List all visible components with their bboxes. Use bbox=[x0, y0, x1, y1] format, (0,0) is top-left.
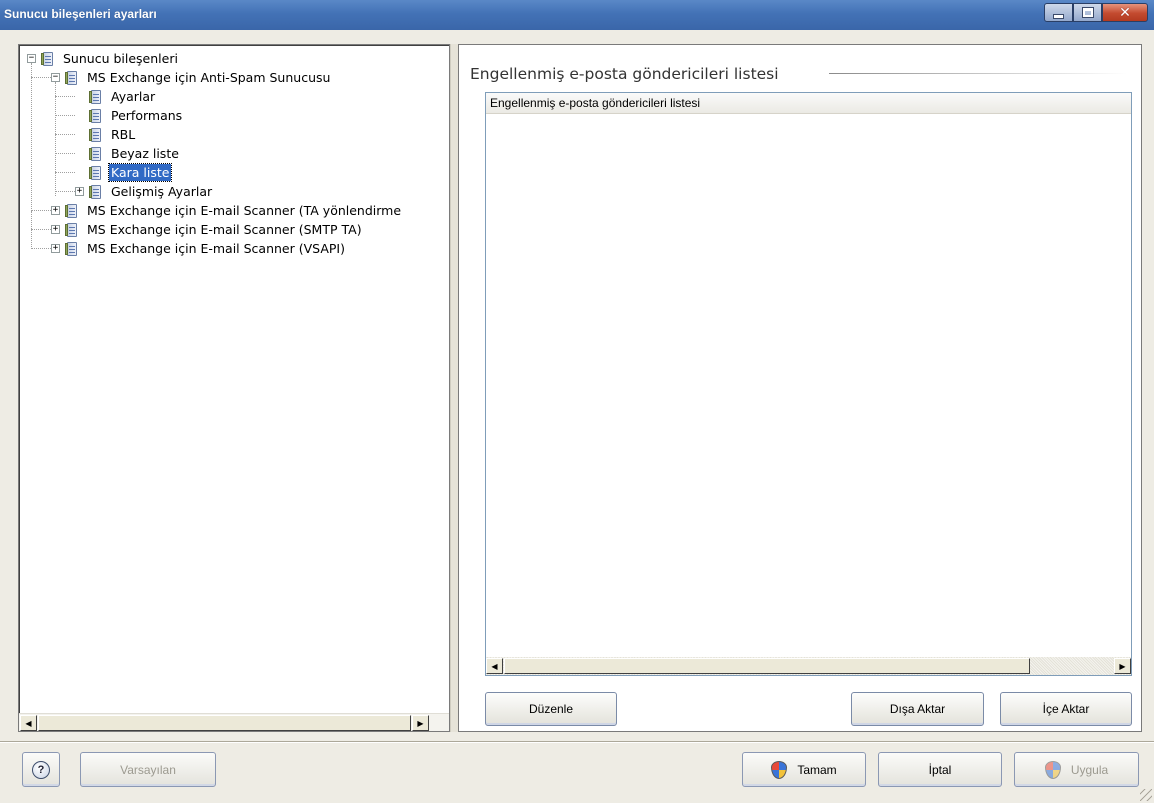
minimize-button[interactable] bbox=[1044, 3, 1073, 22]
tree-guide-line bbox=[55, 153, 75, 154]
tree-node[interactable]: RBL bbox=[75, 125, 137, 144]
tree-guide-line bbox=[55, 134, 75, 135]
document-list-icon bbox=[89, 89, 103, 105]
section-divider bbox=[829, 73, 1127, 74]
component-tree[interactable]: − Sunucu bileşenleri − MS Exchange için Ant… bbox=[19, 45, 449, 713]
arrow-left-icon: ◀ bbox=[491, 661, 498, 671]
tree-node-label: Performans bbox=[111, 108, 183, 123]
tree-node-label-selected: Kara liste bbox=[107, 163, 173, 182]
tree-guide-line bbox=[55, 82, 56, 196]
apply-button-label: Uygula bbox=[1070, 762, 1109, 777]
import-button[interactable]: İçe Aktar bbox=[1000, 692, 1132, 726]
tree-horizontal-scrollbar[interactable]: ◀ ▶ bbox=[19, 713, 449, 731]
scroll-left-button[interactable]: ◀ bbox=[20, 715, 37, 731]
expand-icon[interactable]: + bbox=[51, 225, 60, 234]
tree-node-label: MS Exchange için E-mail Scanner (SMTP TA… bbox=[87, 222, 362, 237]
tree-node-label: Beyaz liste bbox=[111, 146, 179, 161]
document-list-icon bbox=[89, 146, 103, 162]
tree-guide-line bbox=[31, 63, 32, 219]
tree-node[interactable]: + MS Exchange için E-mail Scanner (SMTP T… bbox=[51, 220, 364, 239]
tree-node[interactable]: − Sunucu bileşenleri bbox=[27, 49, 180, 68]
close-button[interactable]: ✕ bbox=[1102, 3, 1148, 22]
tree-node-label: MS Exchange için E-mail Scanner (VSAPI) bbox=[87, 241, 345, 256]
apply-button[interactable]: Uygula bbox=[1014, 752, 1139, 787]
tree-node[interactable]: + Gelişmiş Ayarlar bbox=[75, 182, 214, 201]
tree-guide-line bbox=[31, 229, 51, 230]
list-column-header[interactable]: Engellenmiş e-posta göndericileri listes… bbox=[486, 93, 1131, 114]
document-list-icon bbox=[89, 127, 103, 143]
list-scroll-thumb[interactable] bbox=[504, 658, 1030, 674]
collapse-icon[interactable]: − bbox=[51, 73, 60, 82]
list-scroll-right-button[interactable]: ▶ bbox=[1114, 658, 1131, 674]
tree-guide-line bbox=[31, 210, 51, 211]
list-horizontal-scrollbar[interactable]: ◀ ▶ bbox=[486, 657, 1131, 675]
window-controls: ✕ bbox=[1044, 3, 1148, 24]
tree-node-label: Sunucu bileşenleri bbox=[63, 51, 178, 66]
panel-splitter[interactable] bbox=[450, 44, 458, 732]
ok-button[interactable]: Tamam bbox=[742, 752, 866, 787]
tree-guide-line bbox=[55, 115, 75, 116]
document-list-icon bbox=[65, 70, 79, 86]
expand-icon[interactable]: + bbox=[51, 206, 60, 215]
arrow-right-icon: ▶ bbox=[1119, 661, 1126, 671]
tree-guide-line bbox=[55, 172, 75, 173]
tree-guide-line bbox=[31, 77, 51, 78]
dialog-body: − Sunucu bileşenleri − MS Exchange için Ant… bbox=[0, 30, 1154, 803]
tree-guide-line bbox=[55, 96, 75, 97]
resize-grip[interactable] bbox=[1140, 789, 1152, 801]
component-tree-panel: − Sunucu bileşenleri − MS Exchange için Ant… bbox=[18, 44, 450, 732]
tree-node[interactable]: − MS Exchange için Anti-Spam Sunucusu bbox=[51, 68, 332, 87]
shield-icon bbox=[1044, 760, 1061, 779]
collapse-icon[interactable]: − bbox=[27, 54, 36, 63]
shield-icon bbox=[771, 760, 788, 779]
maximize-button[interactable] bbox=[1073, 3, 1102, 22]
document-list-icon bbox=[65, 203, 79, 219]
tree-node-label: Gelişmiş Ayarlar bbox=[111, 184, 213, 199]
edit-button[interactable]: Düzenle bbox=[485, 692, 617, 726]
footer-divider bbox=[0, 741, 1154, 743]
document-list-icon bbox=[41, 51, 55, 67]
export-button[interactable]: Dışa Aktar bbox=[851, 692, 984, 726]
tree-node-label: Ayarlar bbox=[111, 89, 156, 104]
tree-node-label: MS Exchange için Anti-Spam Sunucusu bbox=[87, 70, 331, 85]
list-scroll-left-button[interactable]: ◀ bbox=[486, 658, 503, 674]
document-list-icon bbox=[65, 241, 79, 257]
document-list-icon bbox=[65, 222, 79, 238]
tree-node[interactable]: + MS Exchange için E-mail Scanner (VSAPI) bbox=[51, 239, 347, 258]
arrow-right-icon: ▶ bbox=[417, 718, 424, 728]
tree-guide-line bbox=[31, 248, 51, 249]
minimize-icon bbox=[1054, 15, 1063, 18]
tree-node-label: MS Exchange için E-mail Scanner (TA yönl… bbox=[87, 203, 402, 218]
tree-node[interactable]: Beyaz liste bbox=[75, 144, 181, 163]
section-title: Engellenmiş e-posta göndericileri listes… bbox=[470, 65, 779, 83]
scroll-thumb[interactable] bbox=[38, 715, 411, 731]
help-button[interactable]: ? bbox=[22, 752, 60, 787]
tree-node[interactable]: Kara liste bbox=[75, 163, 173, 182]
help-icon: ? bbox=[32, 760, 50, 779]
document-list-icon bbox=[89, 108, 103, 124]
scroll-right-button[interactable]: ▶ bbox=[412, 715, 429, 731]
maximize-icon bbox=[1082, 8, 1093, 17]
tree-node[interactable]: Performans bbox=[75, 106, 184, 125]
expand-icon[interactable]: + bbox=[75, 187, 84, 196]
window-title: Sunucu bileşenleri ayarları bbox=[4, 7, 157, 21]
tree-guide-line bbox=[31, 211, 32, 249]
tree-node-label: RBL bbox=[111, 127, 136, 142]
ok-button-label: Tamam bbox=[797, 762, 837, 777]
defaults-button[interactable]: Varsayılan bbox=[80, 752, 216, 787]
document-list-icon bbox=[89, 165, 103, 181]
arrow-left-icon: ◀ bbox=[25, 718, 32, 728]
tree-guide-line bbox=[55, 191, 75, 192]
document-list-icon bbox=[89, 184, 103, 200]
tree-node[interactable]: Ayarlar bbox=[75, 87, 157, 106]
blocked-senders-list[interactable]: Engellenmiş e-posta göndericileri listes… bbox=[485, 92, 1132, 676]
title-bar[interactable]: Sunucu bileşenleri ayarları ✕ bbox=[0, 0, 1154, 30]
expand-icon[interactable]: + bbox=[51, 244, 60, 253]
settings-panel: Engellenmiş e-posta göndericileri listes… bbox=[458, 44, 1142, 732]
cancel-button[interactable]: İptal bbox=[878, 752, 1002, 787]
tree-node[interactable]: + MS Exchange için E-mail Scanner (TA yön… bbox=[51, 201, 403, 220]
close-icon: ✕ bbox=[1119, 4, 1131, 21]
